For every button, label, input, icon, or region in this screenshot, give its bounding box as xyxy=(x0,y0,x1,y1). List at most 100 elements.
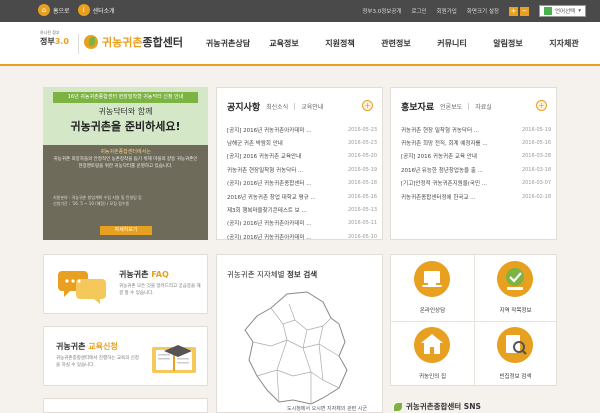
press-header: 홍보자료 언론보도 자료실 xyxy=(401,100,492,113)
nav-policy[interactable]: 지원정책 xyxy=(312,36,368,49)
notice-title[interactable]: 공지사항 xyxy=(227,100,260,113)
list-item[interactable]: 귀농귀촌종합센터정에 한국교 ... 2016-02-18 xyxy=(401,190,551,203)
site-name-b: 종합센터 xyxy=(142,36,183,49)
edu-title-a: 귀농귀촌 xyxy=(56,342,86,351)
list-item-title: [공지] 2016년 귀농귀촌아카데미 ... xyxy=(227,127,312,134)
chevron-down-icon: ▾ xyxy=(578,8,581,14)
gov3-logo[interactable]: 하나된 정부 정부3.0 xyxy=(40,30,74,58)
edu-desc: 귀농귀촌종합센터에서 진행하는 교육의 신청을 하실 수 있습니다. xyxy=(56,356,139,368)
crop-check-icon xyxy=(497,261,533,297)
list-item[interactable]: 2016년 귀농귀촌 창업 대학교 평규 ... 2016-05-16 xyxy=(227,190,377,203)
edu-title-b: 교육신청 xyxy=(88,342,118,351)
magnifier-icon xyxy=(497,327,533,363)
banner-detail-button[interactable]: 자세히보기 xyxy=(100,226,152,235)
list-item-title: 2016년 유능한 청년창업농을 출 ... xyxy=(401,167,483,174)
join-link[interactable]: 회원가입 xyxy=(437,7,457,15)
banner-info-2: 신청기간 : '16. 5 ~ 10 (예정) / 모집 접수중 xyxy=(53,201,130,206)
map-caption: 도시청에서 오시면 지자체의 관련 시군 xyxy=(287,406,367,412)
language-label: 언어선택 xyxy=(554,9,576,15)
login-link[interactable]: 로그인 xyxy=(411,7,426,15)
quick-farmer-house[interactable]: 귀농인의 집 xyxy=(391,321,474,387)
zoom-in-button[interactable]: + xyxy=(508,6,518,16)
list-item-date: 2016-05-16 xyxy=(521,140,551,147)
banner-title: 귀농귀촌을 준비하세요! xyxy=(70,120,181,133)
leaf-logo-icon xyxy=(84,35,98,49)
quick-online-counsel[interactable]: 온라인상담 xyxy=(391,255,474,321)
promo-banner[interactable]: 16년 귀농귀촌종합센터 현장밀착형 귀농닥터 신청 안내 귀농닥터와 함께 귀… xyxy=(43,87,208,240)
list-item[interactable]: (공지) 2016년 귀농귀촌아카데미 ... 2016-05-10 xyxy=(227,230,377,243)
zoom-out-button[interactable]: − xyxy=(519,6,529,16)
faq-box[interactable]: 귀농귀촌 FAQ 귀농귀촌 모든 것을 알려드리고 궁금증을 해결 할 수 있습… xyxy=(43,254,208,314)
list-item-date: 2016-05-19 xyxy=(347,166,377,173)
banner-subtitle: 귀농닥터와 함께 xyxy=(98,107,153,116)
faq-chat-icon xyxy=(58,271,106,304)
list-item[interactable]: [공지] 2016 귀농귀촌 교육 안내 2016-03-28 xyxy=(401,150,551,163)
nav-related[interactable]: 관련정보 xyxy=(368,36,424,49)
list-item-date: 2016-05-20 xyxy=(347,153,377,160)
nav-local-gov[interactable]: 지자체관 xyxy=(536,36,592,49)
list-item-title: (공지) 2016년 귀농귀촌아카데미 ... xyxy=(227,221,312,228)
faq-title-b: FAQ xyxy=(151,270,169,279)
list-item-title: 2016년 귀농귀촌 창업 대학교 평규 ... xyxy=(227,194,316,201)
list-item[interactable]: (공지) 2016년 귀농귀촌종합센터 ... 2016-05-18 xyxy=(227,177,377,190)
tab-press-release[interactable]: 언론보도 xyxy=(440,102,462,111)
quick-label: 지역 작목정보 xyxy=(499,308,532,314)
center-intro-link[interactable]: i 센터소개 xyxy=(77,4,115,16)
list-item[interactable]: 귀농귀촌 현장 밀착형 귀농닥터 ... 2016-05-19 xyxy=(401,123,551,136)
list-item-title: [기고]안정적 귀농귀촌지원을(국민 ... xyxy=(401,181,488,188)
gov-logo-word: 정부 xyxy=(40,37,55,46)
site-header: 하나된 정부 정부3.0 귀농귀촌종합센터 귀농귀촌상담 교육정보 지원정책 관… xyxy=(0,22,600,66)
list-item[interactable]: [공지] 2016년 귀농귀촌아카데미 ... 2016-05-23 xyxy=(227,123,377,136)
list-item[interactable]: [기고]안정적 귀농귀촌지원을(국민 ... 2016-03-07 xyxy=(401,177,551,190)
site-logo[interactable]: 귀농귀촌종합센터 xyxy=(84,34,183,50)
house-icon xyxy=(414,327,450,363)
list-item-date: 2016-05-11 xyxy=(347,220,377,227)
gov3-link[interactable]: 정부3.0정보공개 xyxy=(362,7,401,15)
faq-title-a: 귀농귀촌 xyxy=(119,270,149,279)
press-more-icon[interactable]: + xyxy=(536,100,547,111)
nav-notice[interactable]: 알림정보 xyxy=(480,36,536,49)
list-item-title: [공지] 2016 귀농귀촌 교육 안내 xyxy=(401,154,477,161)
center-intro-label: 센터소개 xyxy=(92,7,115,15)
quick-links: 온라인상담 지역 작목정보 귀농인의 집 빈집정보 검색 xyxy=(390,254,557,386)
language-select[interactable]: 언어선택 ▾ xyxy=(538,5,586,17)
tab-separator xyxy=(468,103,470,110)
map-title-b: 정보 검색 xyxy=(286,270,318,279)
banner-ribbon: 16년 귀농귀촌종합센터 현장밀착형 귀농닥터 신청 안내 xyxy=(53,92,198,103)
nav-community[interactable]: 커뮤니티 xyxy=(424,36,480,49)
list-item-date: 2016-02-18 xyxy=(521,193,551,200)
korea-region-map[interactable] xyxy=(227,290,377,408)
home-link[interactable]: ⌂ 홈으로 xyxy=(38,4,70,16)
nav-education[interactable]: 교육정보 xyxy=(256,36,312,49)
notice-more-icon[interactable]: + xyxy=(362,100,373,111)
list-item[interactable]: [공지] 2016 귀농귀촌 교육안내 2016-05-20 xyxy=(227,150,377,163)
tab-latest-news[interactable]: 최신소식 xyxy=(266,102,288,111)
list-item-title: 남해군 귀촌 박람회 안내 xyxy=(227,141,283,148)
edu-apply-box[interactable]: 귀농귀촌 교육신청 귀농귀촌종합센터에서 진행하는 교육의 신청을 하실 수 있… xyxy=(43,326,208,386)
info-icon: i xyxy=(77,4,90,16)
home-icon: ⌂ xyxy=(38,4,50,16)
quick-label: 빈집정보 검색 xyxy=(499,374,532,380)
quick-vacant-house-search[interactable]: 빈집정보 검색 xyxy=(474,321,557,387)
list-item[interactable]: (공지) 2016년 귀농귀촌아카데미 ... 2016-05-11 xyxy=(227,217,377,230)
list-item-title: 제3회 행복마을찾기콘테스트 보 ... xyxy=(227,208,307,215)
list-item[interactable]: 2016년 유능한 청년창업농을 출 ... 2016-03-18 xyxy=(401,163,551,176)
list-item-date: 2016-05-19 xyxy=(521,126,551,133)
gov-logo-main: 정부3.0 xyxy=(40,36,74,47)
list-item[interactable]: 귀농귀촌 현장밀착형 귀농닥터 ... 2016-05-19 xyxy=(227,163,377,176)
tab-archive[interactable]: 자료실 xyxy=(475,102,492,111)
quick-crop-info[interactable]: 지역 작목정보 xyxy=(474,255,557,321)
press-title[interactable]: 홍보자료 xyxy=(401,100,434,113)
tab-education-notice[interactable]: 교육안내 xyxy=(301,102,323,111)
nav-counsel[interactable]: 귀농귀촌상담 xyxy=(200,36,256,49)
quick-label: 귀농인의 집 xyxy=(418,374,447,380)
banner-body: 귀농귀촌종합센터에서는 귀농귀촌 희망자들의 안정적인 농촌정착을 돕기 위해 … xyxy=(53,149,198,170)
next-box-partial[interactable] xyxy=(43,398,208,413)
faq-desc: 귀농귀촌 모든 것을 알려드리고 궁금증을 해결 할 수 있습니다. xyxy=(119,284,201,296)
banner-body-text: 귀농귀촌 희망자들의 안정적인 농촌정착을 돕기 위해 마을의 갈등 귀농귀촌인… xyxy=(53,157,198,169)
list-item[interactable]: 귀농귀촌 희망 전직, 회계 예정자를 ... 2016-05-16 xyxy=(401,136,551,149)
list-item[interactable]: 제3회 행복마을찾기콘테스트 보 ... 2016-05-13 xyxy=(227,203,377,216)
map-title-a: 귀농귀촌 지자체별 xyxy=(227,270,285,279)
list-item[interactable]: 남해군 귀촌 박람회 안내 2016-05-23 xyxy=(227,136,377,149)
zoom-controls: + − xyxy=(508,6,529,16)
